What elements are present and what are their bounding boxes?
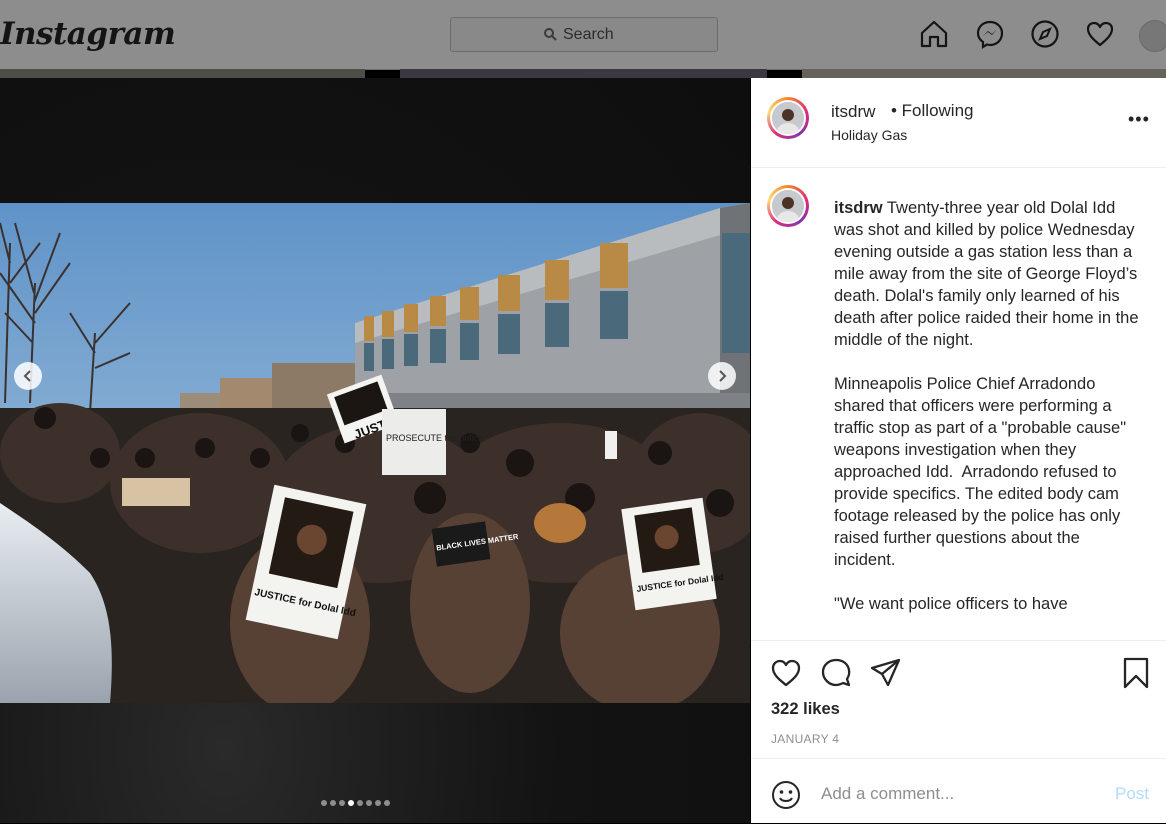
caption-body: Twenty-three year old Dolal Idd was shot… bbox=[834, 199, 1139, 613]
search-icon bbox=[544, 28, 557, 41]
post-media: JUSTICE PROSECUTE the police BLACK LIVES… bbox=[0, 78, 750, 823]
home-icon[interactable] bbox=[919, 19, 949, 49]
instagram-logo[interactable]: Instagram bbox=[0, 16, 176, 52]
carousel-dot bbox=[339, 800, 345, 806]
profile-avatar[interactable] bbox=[1139, 20, 1166, 52]
carousel-dot bbox=[357, 800, 363, 806]
following-button[interactable]: • Following bbox=[891, 101, 974, 121]
carousel-next-button[interactable] bbox=[708, 362, 736, 390]
search-input[interactable] bbox=[563, 25, 703, 45]
caption-text: itsdrw Twenty-three year old Dolal Idd w… bbox=[834, 197, 1139, 615]
sign-prosecute-text: PROSECUTE the police bbox=[386, 433, 483, 443]
chevron-left-icon bbox=[23, 370, 31, 382]
carousel-dot bbox=[375, 800, 381, 806]
carousel-dot bbox=[330, 800, 336, 806]
top-nav: Instagram bbox=[0, 0, 1166, 70]
more-options-icon[interactable]: ••• bbox=[1128, 110, 1150, 128]
post-actions: 322 likes JANUARY 4 bbox=[751, 640, 1166, 759]
post-comment-button[interactable]: Post bbox=[1115, 784, 1149, 804]
search-box[interactable] bbox=[450, 17, 718, 52]
caption-username[interactable]: itsdrw bbox=[834, 199, 883, 217]
caption-area: itsdrw Twenty-three year old Dolal Idd w… bbox=[751, 168, 1166, 640]
feed-thumbnail bbox=[0, 69, 365, 78]
carousel-dot bbox=[348, 800, 354, 806]
carousel-dot bbox=[366, 800, 372, 806]
messenger-icon[interactable] bbox=[975, 19, 1005, 49]
carousel-prev-button[interactable] bbox=[14, 362, 42, 390]
post-side-panel: itsdrw • Following Holiday Gas ••• itsdr… bbox=[751, 78, 1166, 823]
add-comment-bar: Post bbox=[751, 758, 1166, 824]
like-heart-icon[interactable] bbox=[770, 657, 802, 689]
post-date[interactable]: JANUARY 4 bbox=[771, 732, 839, 746]
author-avatar[interactable] bbox=[767, 97, 809, 139]
emoji-icon[interactable] bbox=[771, 780, 801, 810]
likes-count[interactable]: 322 likes bbox=[771, 700, 840, 719]
feed-thumbnail bbox=[802, 69, 1166, 78]
post-location[interactable]: Holiday Gas bbox=[831, 127, 907, 143]
carousel-dot bbox=[321, 800, 327, 806]
heart-icon[interactable] bbox=[1085, 19, 1115, 49]
chevron-right-icon bbox=[719, 370, 727, 382]
save-bookmark-icon[interactable] bbox=[1120, 657, 1152, 689]
feed-thumbnail bbox=[400, 69, 767, 78]
share-icon[interactable] bbox=[869, 657, 901, 689]
explore-icon[interactable] bbox=[1030, 19, 1060, 49]
carousel-dot bbox=[384, 800, 390, 806]
author-username[interactable]: itsdrw bbox=[831, 102, 875, 122]
comment-input[interactable] bbox=[821, 781, 1101, 807]
comment-icon[interactable] bbox=[820, 657, 852, 689]
caption-author-avatar[interactable] bbox=[767, 185, 809, 227]
carousel-indicator bbox=[321, 800, 390, 806]
post-header: itsdrw • Following Holiday Gas ••• bbox=[751, 78, 1166, 168]
post-photo: JUSTICE PROSECUTE the police BLACK LIVES… bbox=[0, 203, 750, 703]
